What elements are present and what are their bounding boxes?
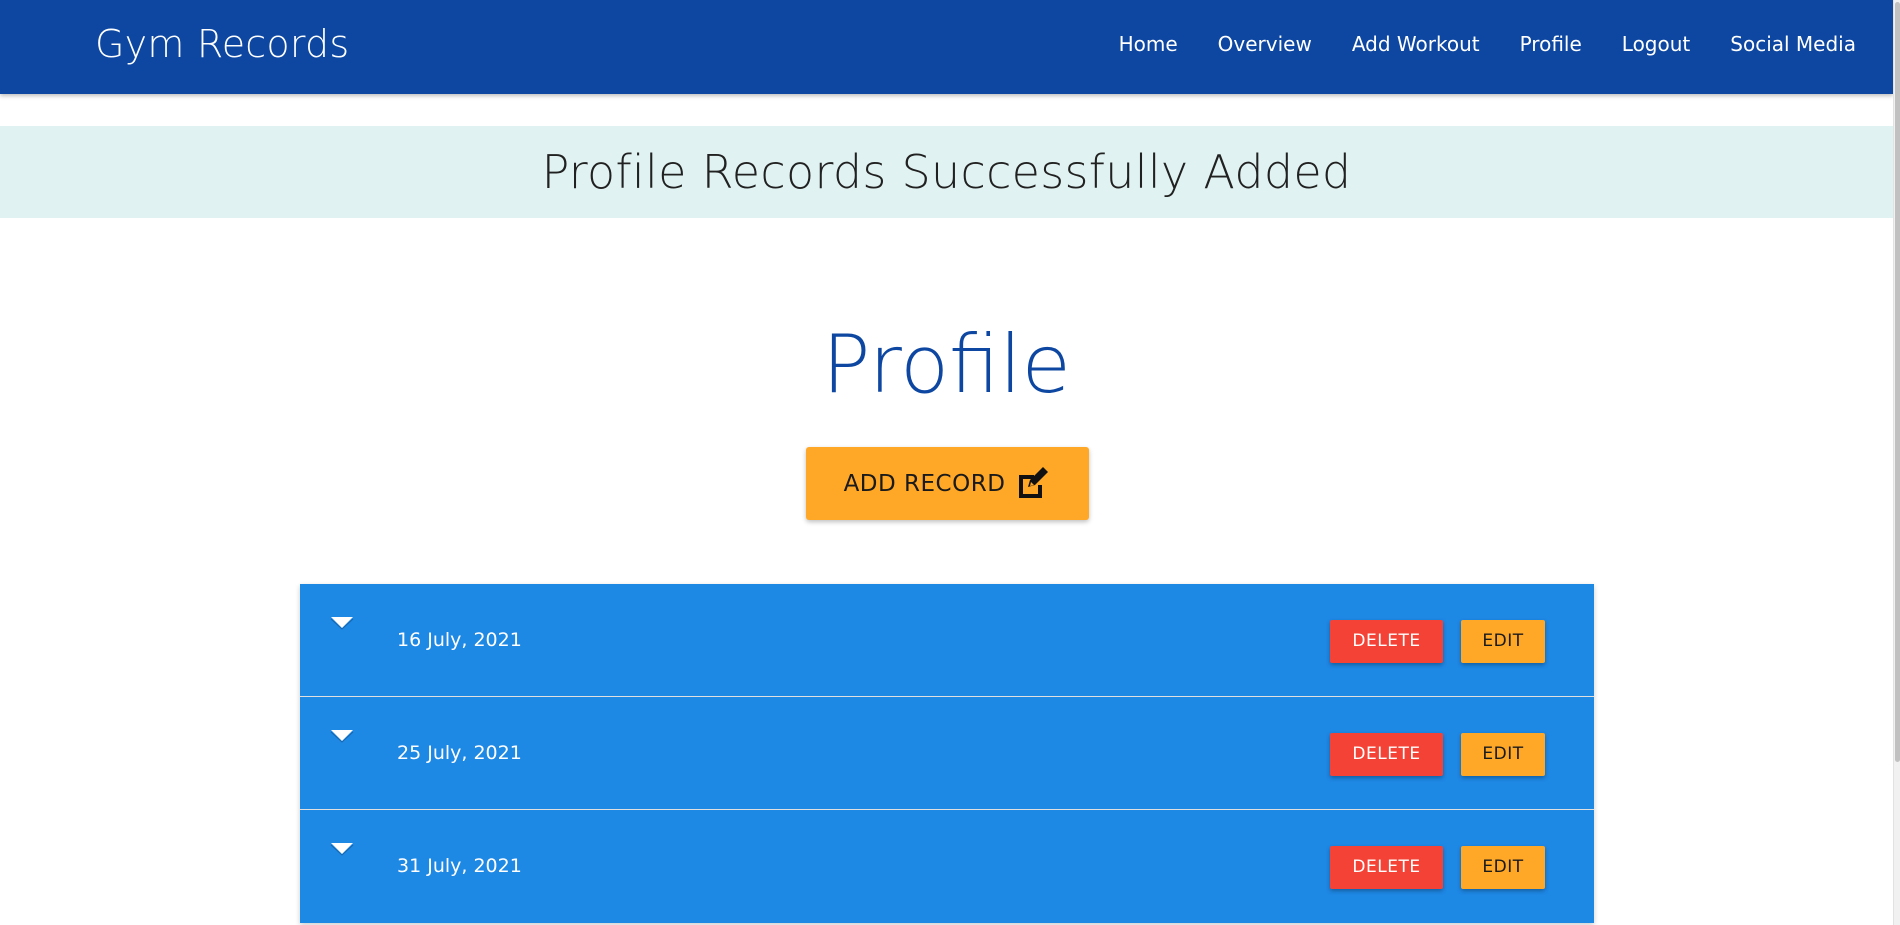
record-date: 31 July, 2021	[397, 855, 522, 877]
nav-link-overview[interactable]: Overview	[1198, 0, 1332, 88]
edit-square-icon	[1019, 466, 1049, 498]
records-list: 16 July, 2021 DELETE EDIT 25 July, 2021 …	[300, 584, 1594, 923]
caret-down-icon[interactable]	[330, 616, 354, 630]
edit-button[interactable]: EDIT	[1461, 846, 1545, 889]
nav-link-profile[interactable]: Profile	[1500, 0, 1602, 88]
nav-link-home[interactable]: Home	[1099, 0, 1198, 88]
record-date: 16 July, 2021	[397, 629, 522, 651]
nav-link-add-workout[interactable]: Add Workout	[1332, 0, 1500, 88]
caret-down-icon[interactable]	[330, 842, 354, 856]
record-row[interactable]: 31 July, 2021 DELETE EDIT	[300, 810, 1594, 923]
record-row[interactable]: 16 July, 2021 DELETE EDIT	[300, 584, 1594, 697]
flash-message-banner: Profile Records Successfully Added	[0, 126, 1893, 218]
edit-button[interactable]: EDIT	[1461, 620, 1545, 663]
add-record-label: ADD RECORD	[843, 470, 1006, 497]
record-date: 25 July, 2021	[397, 742, 522, 764]
delete-button[interactable]: DELETE	[1330, 620, 1443, 663]
nav-link-logout[interactable]: Logout	[1602, 0, 1710, 88]
nav-links: Home Overview Add Workout Profile Logout…	[1099, 0, 1876, 88]
vertical-scrollbar[interactable]	[1893, 0, 1900, 925]
nav-link-social-media[interactable]: Social Media	[1710, 0, 1876, 88]
caret-down-icon[interactable]	[330, 729, 354, 743]
flash-message-text: Profile Records Successfully Added	[541, 145, 1352, 199]
delete-button[interactable]: DELETE	[1330, 846, 1443, 889]
edit-button[interactable]: EDIT	[1461, 733, 1545, 776]
top-navbar: Gym Records Home Overview Add Workout Pr…	[0, 0, 1893, 94]
scrollbar-thumb[interactable]	[1895, 2, 1900, 762]
page-viewport: Gym Records Home Overview Add Workout Pr…	[0, 0, 1893, 925]
record-row[interactable]: 25 July, 2021 DELETE EDIT	[300, 697, 1594, 810]
page-title: Profile	[822, 318, 1071, 411]
delete-button[interactable]: DELETE	[1330, 733, 1443, 776]
add-record-button[interactable]: ADD RECORD	[806, 447, 1089, 520]
brand-logo[interactable]: Gym Records	[95, 0, 349, 88]
